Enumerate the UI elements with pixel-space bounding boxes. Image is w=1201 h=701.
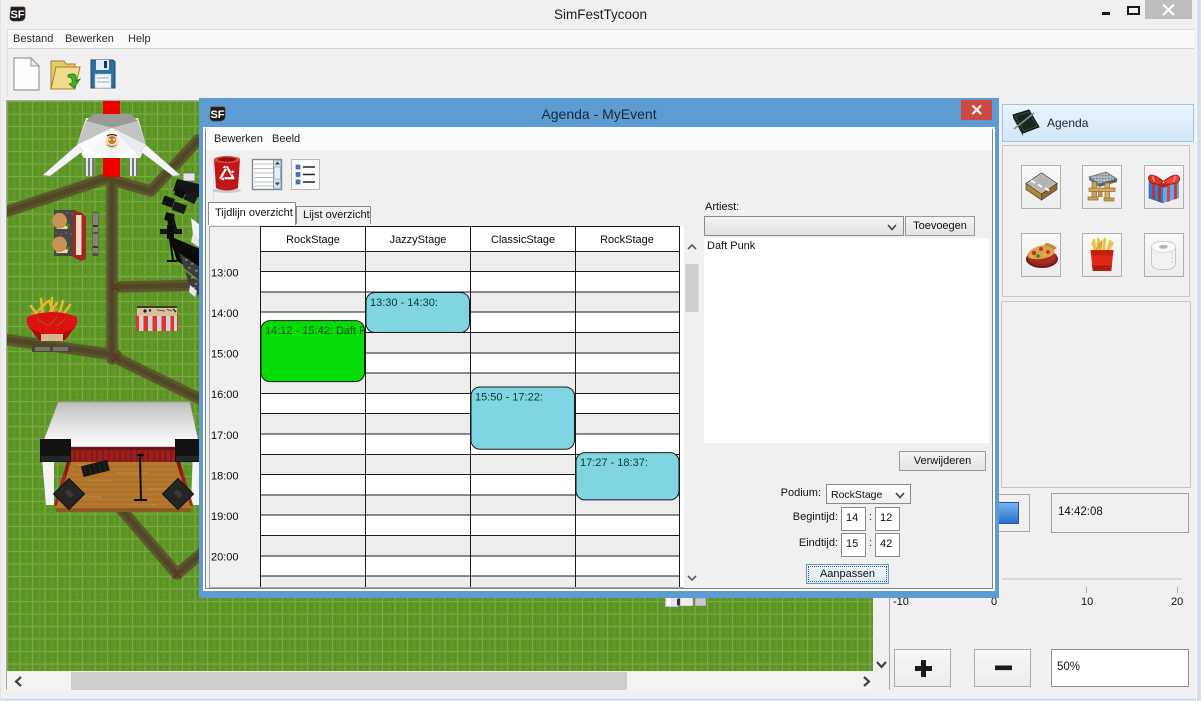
svg-text:14:00: 14:00 [211,308,239,320]
svg-text:JazzyStage: JazzyStage [390,234,447,246]
svg-text:17:00: 17:00 [211,430,239,442]
svg-text:19:00: 19:00 [211,511,239,523]
svg-text:13:30 - 14:30:: 13:30 - 14:30: [370,297,438,309]
svg-text:18:00: 18:00 [211,470,239,482]
svg-text:17:27 - 18:37:: 17:27 - 18:37: [580,457,648,469]
svg-text:15:00: 15:00 [211,349,239,361]
svg-text:15:50 - 17:22:: 15:50 - 17:22: [475,392,543,404]
svg-text:16:00: 16:00 [211,389,239,401]
svg-text:ClassicStage: ClassicStage [491,234,555,246]
svg-text:13:00: 13:00 [211,267,239,279]
svg-text:RockStage: RockStage [286,234,340,246]
svg-text:20:00: 20:00 [211,552,239,564]
svg-text:RockStage: RockStage [600,234,654,246]
